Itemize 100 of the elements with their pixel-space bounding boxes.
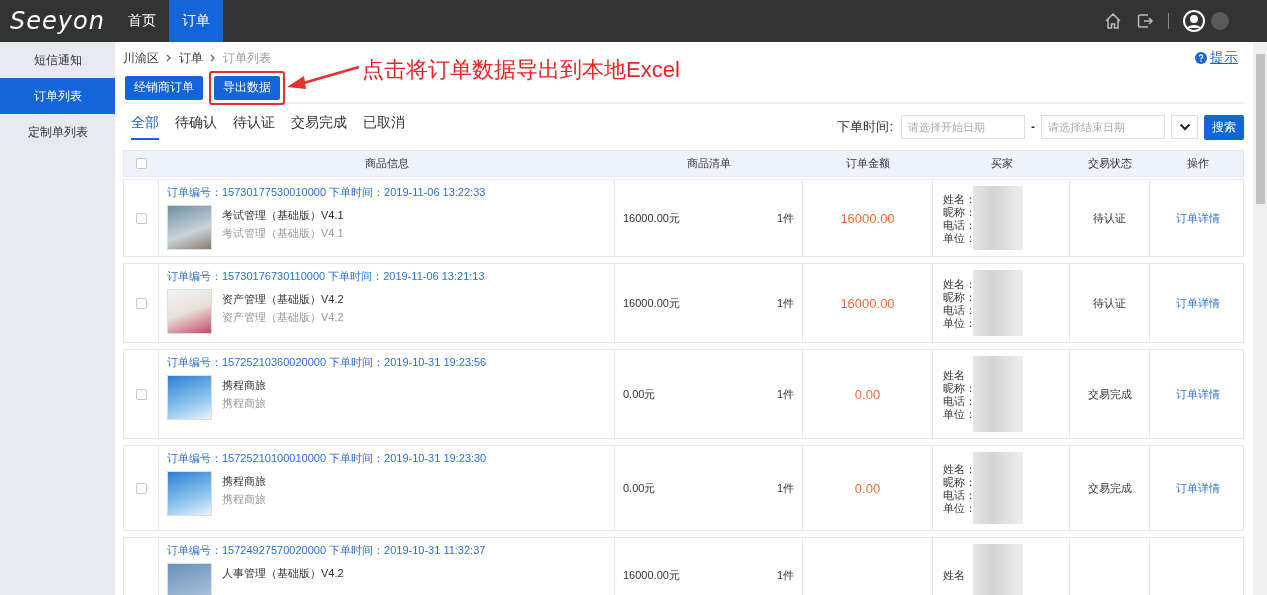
order-details-link[interactable]: 订单详情 [1175, 295, 1220, 311]
redacted-block [1211, 12, 1229, 30]
dealer-orders-button[interactable]: 经销商订单 [125, 75, 203, 100]
column-header: 操作 [1186, 156, 1209, 171]
nav-tab[interactable]: 订单 [169, 0, 223, 42]
scrollbar[interactable] [1253, 42, 1267, 595]
end-date-field[interactable]: 请选择结束日期 [1041, 115, 1165, 139]
order-status: 交易完成 [1087, 386, 1132, 402]
logo: Seeyon [9, 6, 106, 37]
order-amount: 16000.00 [840, 210, 895, 226]
redacted-block [973, 186, 1023, 250]
breadcrumb-item[interactable]: 川渝区 [123, 49, 159, 67]
product-quantity: 1件 [776, 567, 794, 583]
order-status: 待认证 [1093, 295, 1126, 311]
row-checkbox[interactable] [135, 212, 147, 224]
order-details-link[interactable]: 订单详情 [1175, 480, 1220, 496]
order-time-label: 下单时间: [837, 118, 893, 136]
product-thumbnail [167, 563, 212, 595]
sidebar-item[interactable]: 短信通知 [0, 42, 115, 78]
order-number-line: 订单编号：15725210100010000 下单时间：2019-10-31 19:23:30 [167, 451, 487, 466]
order-status: 交易完成 [1087, 480, 1132, 496]
column-header: 订单金额 [846, 156, 890, 171]
row-checkbox[interactable] [135, 297, 147, 309]
buyer-field-label: 电话： [943, 394, 976, 407]
redacted-block [973, 544, 1023, 595]
export-button[interactable]: 导出数据 [214, 75, 280, 100]
product-quantity: 1件 [776, 295, 794, 311]
product-thumbnail [167, 375, 212, 420]
product-name: 携程商旅 [222, 378, 266, 393]
product-price: 0.00元 [623, 480, 656, 496]
product-price: 16000.00元 [623, 567, 680, 583]
order-status: 待认证 [1093, 210, 1126, 226]
product-price: 0.00元 [623, 386, 656, 402]
product-subtitle: 携程商旅 [222, 492, 266, 507]
home-icon[interactable] [1104, 12, 1122, 30]
buyer-field-label: 单位： [943, 501, 976, 514]
order-number-line: 订单编号：15724927570020000 下单时间：2019-10-31 11:32:37 [167, 543, 486, 558]
product-quantity: 1件 [776, 210, 794, 226]
product-thumbnail [167, 205, 212, 250]
select-all-checkbox[interactable] [136, 158, 147, 169]
row-checkbox[interactable] [135, 482, 147, 494]
status-tab[interactable]: 待确认 [175, 114, 217, 140]
hint-link[interactable]: 提示 [1195, 49, 1238, 67]
product-thumbnail [167, 289, 212, 334]
help-icon [1195, 52, 1207, 64]
buyer-field-label: 姓名 [943, 569, 965, 581]
product-name: 携程商旅 [222, 474, 266, 489]
buyer-field-label: 电话： [943, 303, 976, 316]
product-price: 16000.00元 [623, 295, 680, 311]
status-tab[interactable]: 待认证 [233, 114, 275, 140]
order-number-line: 订单编号：15730177530010000 下单时间：2019-11-06 13:22:33 [167, 185, 486, 200]
product-quantity: 1件 [776, 480, 794, 496]
column-header: 商品信息 [365, 156, 409, 171]
range-separator: - [1031, 120, 1035, 134]
buyer-field-label: 单位： [943, 407, 976, 420]
column-header: 交易状态 [1088, 156, 1132, 171]
buyer-field-label: 单位： [943, 231, 976, 244]
buyer-field-label: 单位： [943, 316, 976, 329]
search-button[interactable]: 搜索 [1204, 114, 1244, 140]
sidebar-item[interactable]: 订单列表 [0, 78, 115, 114]
sidebar-item[interactable]: 定制单列表 [0, 114, 115, 150]
chevron-down-icon [1178, 123, 1191, 131]
product-thumbnail [167, 471, 212, 516]
buyer-field-label: 电话： [943, 488, 976, 501]
product-subtitle: 携程商旅 [222, 396, 266, 411]
buyer-field-label: 姓名： [943, 277, 976, 290]
breadcrumb-chevron-icon [209, 54, 217, 62]
buyer-field-label: 姓名： [943, 462, 976, 475]
column-header: 买家 [990, 156, 1013, 171]
logout-icon[interactable] [1136, 12, 1154, 30]
product-name: 考试管理（基础版）V4.1 [222, 208, 344, 223]
status-tab[interactable]: 全部 [131, 114, 159, 140]
breadcrumb-item[interactable]: 订单 [179, 49, 203, 67]
nav-tab[interactable]: 首页 [115, 0, 169, 42]
status-tab[interactable]: 已取消 [363, 114, 405, 140]
buyer-field-label: 姓名 [943, 368, 965, 381]
start-date-field[interactable]: 请选择开始日期 [901, 115, 1025, 139]
product-subtitle: 资产管理（基础版）V4.2 [222, 310, 344, 325]
order-amount: 0.00 [854, 480, 881, 496]
dropdown-button[interactable] [1171, 115, 1198, 139]
breadcrumb-chevron-icon [165, 54, 173, 62]
order-amount: 0.00 [854, 386, 881, 402]
order-number-line: 订单编号：15730176730110000 下单时间：2019-11-06 13:21:13 [167, 269, 485, 284]
buyer-field-label: 昵称： [943, 381, 976, 394]
order-number-line: 订单编号：15725210360020000 下单时间：2019-10-31 19:23:56 [167, 355, 487, 370]
order-amount: 16000.00 [840, 295, 895, 311]
order-details-link[interactable]: 订单详情 [1175, 210, 1220, 226]
redacted-block [973, 452, 1023, 524]
buyer-field-label: 昵称： [943, 475, 976, 488]
avatar-icon[interactable] [1183, 10, 1205, 32]
buyer-field-label: 昵称： [943, 205, 976, 218]
redacted-block [973, 270, 1023, 336]
product-subtitle: 考试管理（基础版）V4.1 [222, 226, 344, 241]
buyer-field-label: 姓名： [943, 192, 976, 205]
order-details-link[interactable]: 订单详情 [1175, 386, 1220, 402]
row-checkbox[interactable] [135, 388, 147, 400]
annotation-text: 点击将订单数据导出到本地Excel [362, 56, 680, 84]
buyer-field-label: 电话： [943, 218, 976, 231]
status-tab[interactable]: 交易完成 [291, 114, 347, 140]
product-quantity: 1件 [776, 386, 794, 402]
